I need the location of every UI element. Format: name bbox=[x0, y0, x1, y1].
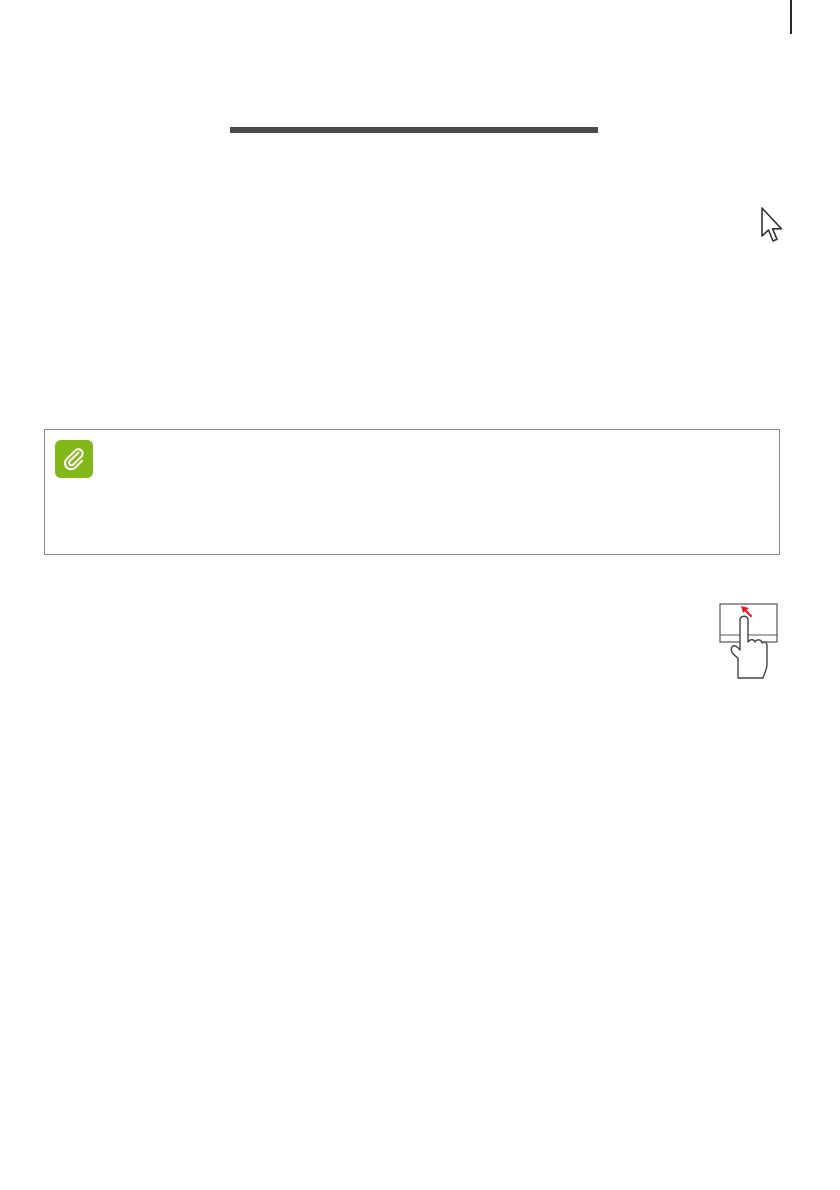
manual-page bbox=[0, 0, 840, 1190]
mouse-pointer-icon bbox=[761, 207, 783, 242]
title-underline-rule bbox=[230, 127, 598, 133]
paperclip-note-icon bbox=[55, 440, 93, 478]
page-edge-marker bbox=[790, 0, 792, 34]
note-box bbox=[44, 429, 780, 555]
touchpad-swipe-icon bbox=[719, 603, 778, 679]
paperclip-icon bbox=[64, 448, 84, 471]
